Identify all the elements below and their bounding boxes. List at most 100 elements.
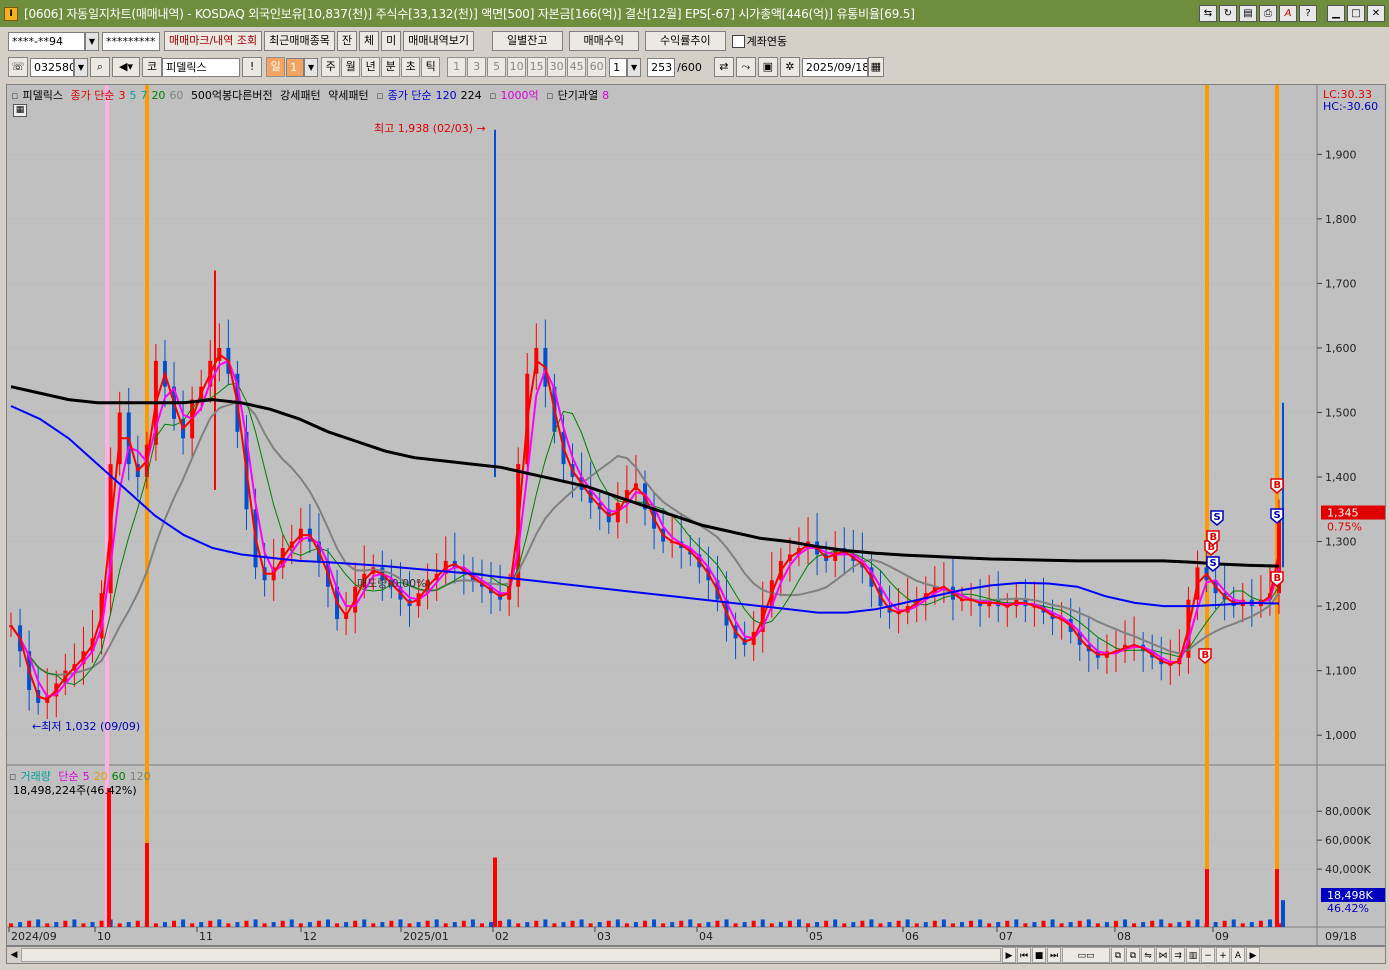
password-field[interactable]: ********* xyxy=(102,31,160,51)
volume-bar xyxy=(452,922,457,927)
interval-button[interactable]: 5 xyxy=(487,57,507,77)
bars-icon[interactable]: ▥ xyxy=(1186,947,1200,963)
help-icon[interactable]: ? xyxy=(1299,5,1317,22)
volume-tick-label: 40,000K xyxy=(1325,863,1371,876)
volume-bar xyxy=(470,919,475,927)
layout-icon[interactable]: ⧉ xyxy=(1126,947,1140,963)
period-button[interactable]: 월 xyxy=(341,57,361,77)
trade-arrows-icon[interactable]: ⇄ xyxy=(713,57,734,77)
volume-bar xyxy=(869,919,874,927)
interval-button[interactable]: 45 xyxy=(567,57,587,77)
recent-items-button[interactable]: 최근매매종목 xyxy=(264,31,335,51)
font-icon[interactable]: A xyxy=(1279,5,1297,22)
grid-toggle-icon[interactable]: ▦ xyxy=(13,104,27,117)
period-day-button[interactable]: 일 xyxy=(266,57,286,77)
scroll-left-icon[interactable]: ◀ xyxy=(7,947,21,963)
trade-profit-button[interactable]: 매매수익 xyxy=(568,31,639,51)
volume-bar xyxy=(606,920,611,927)
signal-letter: S xyxy=(1214,512,1221,523)
volume-bar xyxy=(624,923,629,927)
chart-scrollbar[interactable]: ◀ ▶ ⏮ ■ ⏭ ▭▭ ⧉ ⧉ ⇋ ⋈ ⇉ ▥ − + A ▶ xyxy=(6,946,1386,964)
maximize-button[interactable]: □ xyxy=(1347,5,1365,22)
chart-panel[interactable]: 1,900 1,800 1,700 1,600 1,500 1,400 1,300 1,200… xyxy=(6,84,1386,946)
settings-icon[interactable]: ✲ xyxy=(779,57,800,77)
interval-button[interactable]: 1 xyxy=(447,57,467,77)
align-icon[interactable]: ⇉ xyxy=(1171,947,1185,963)
period-value-field[interactable]: 1 xyxy=(286,57,305,77)
volume-bar xyxy=(208,920,213,927)
account-dropdown[interactable]: ▼ xyxy=(85,31,99,51)
interval-button[interactable]: 3 xyxy=(467,57,487,77)
calendar-icon[interactable]: ▦ xyxy=(867,57,884,77)
print-icon[interactable]: ⎙ xyxy=(1259,5,1277,22)
save-screen-icon[interactable]: ▤ xyxy=(1239,5,1257,22)
split-icon[interactable]: ⋈ xyxy=(1156,947,1170,963)
legend-stock-name: 피델릭스 xyxy=(22,89,63,102)
stop-icon[interactable]: ■ xyxy=(1032,947,1046,963)
copy-icon[interactable]: ⧉ xyxy=(1111,947,1125,963)
checkbox-box[interactable] xyxy=(731,34,745,48)
period-button[interactable]: 틱 xyxy=(421,57,441,77)
volume-bar xyxy=(63,920,68,927)
scroll-track[interactable] xyxy=(21,948,1001,962)
volume-bar xyxy=(760,919,765,927)
daily-balance-button[interactable]: 일별잔고 xyxy=(492,31,563,51)
period-dropdown[interactable]: ▼ xyxy=(304,57,319,77)
jump-end-icon[interactable]: ⏭ xyxy=(1047,947,1061,963)
data-count-field[interactable]: 253 xyxy=(647,57,676,77)
phone-icon[interactable]: ☏ xyxy=(8,57,28,77)
scroll-right-end-icon[interactable]: ▶ xyxy=(1246,947,1260,963)
legend-ma60: 60 xyxy=(169,89,184,102)
trade-detail-button[interactable]: 매매내역보기 xyxy=(403,31,475,51)
chart-tools-icon[interactable]: ⤳ xyxy=(735,57,756,77)
volume-bar xyxy=(479,923,484,927)
volume-bar xyxy=(597,922,602,927)
stock-code-dropdown[interactable]: ▼ xyxy=(74,57,88,77)
speaker-icon[interactable]: ◀▾ xyxy=(112,57,140,77)
chart-toolbar: ☏ 032580 ▼ ⌕ ◀▾ 코 피델릭스 ! 일 1 ▼ 주월년분초틱 13… xyxy=(0,55,1389,79)
save-icon[interactable]: ▣ xyxy=(757,57,778,77)
volume-bar xyxy=(1231,919,1236,927)
period-button[interactable]: 분 xyxy=(381,57,401,77)
period-button[interactable]: 초 xyxy=(401,57,421,77)
stock-code-field[interactable]: 032580 xyxy=(30,57,74,77)
interval-value-field[interactable]: 1 xyxy=(609,57,628,77)
volume-bar xyxy=(1068,922,1073,927)
volume-bar xyxy=(1023,923,1028,927)
search-icon[interactable]: ⌕ xyxy=(90,57,110,77)
interval-button[interactable]: 60 xyxy=(587,57,607,77)
interval-button[interactable]: 10 xyxy=(507,57,527,77)
zoom-in-icon[interactable]: + xyxy=(1216,947,1230,963)
stock-name-field[interactable]: 피델릭스 xyxy=(162,57,241,77)
volume-bar xyxy=(1267,919,1272,927)
range-slider[interactable]: ▭▭ xyxy=(1062,947,1110,963)
account-field[interactable]: ****-**94 xyxy=(8,31,85,51)
account-link-checkbox[interactable]: 계좌연동 xyxy=(731,33,787,49)
zoom-out-icon[interactable]: − xyxy=(1201,947,1215,963)
link-icon[interactable]: ⇆ xyxy=(1199,5,1217,22)
filled-button[interactable]: 체 xyxy=(359,31,380,51)
scroll-right-icon[interactable]: ▶ xyxy=(1002,947,1016,963)
return-trend-button[interactable]: 수익률추이 xyxy=(644,31,726,51)
interval-dropdown[interactable]: ▼ xyxy=(627,57,642,77)
close-button[interactable]: ✕ xyxy=(1367,5,1385,22)
auto-scale-icon[interactable]: A xyxy=(1231,947,1245,963)
chart-canvas[interactable]: 1,900 1,800 1,700 1,600 1,500 1,400 1,300 1,200… xyxy=(7,85,1386,946)
price-tick-label: 1,900 xyxy=(1325,148,1357,161)
compare-icon[interactable]: ⇋ xyxy=(1141,947,1155,963)
jump-start-icon[interactable]: ⏮ xyxy=(1017,947,1031,963)
refresh-icon[interactable]: ↻ xyxy=(1219,5,1237,22)
date-field[interactable]: 2025/09/18 xyxy=(801,57,868,77)
volume-bar xyxy=(706,922,711,927)
interval-button[interactable]: 15 xyxy=(527,57,547,77)
interval-button[interactable]: 30 xyxy=(547,57,567,77)
period-button[interactable]: 주 xyxy=(321,57,341,77)
balance-button[interactable]: 잔 xyxy=(336,31,358,51)
period-button[interactable]: 년 xyxy=(361,57,381,77)
volume-bar xyxy=(1104,922,1109,927)
alert-button[interactable]: ! xyxy=(242,57,263,77)
trade-mark-button[interactable]: 매매마크/내역 조회 xyxy=(164,31,263,51)
volume-spike-bar xyxy=(493,857,497,927)
minimize-button[interactable]: ▁ xyxy=(1327,5,1345,22)
unfilled-button[interactable]: 미 xyxy=(381,31,402,51)
